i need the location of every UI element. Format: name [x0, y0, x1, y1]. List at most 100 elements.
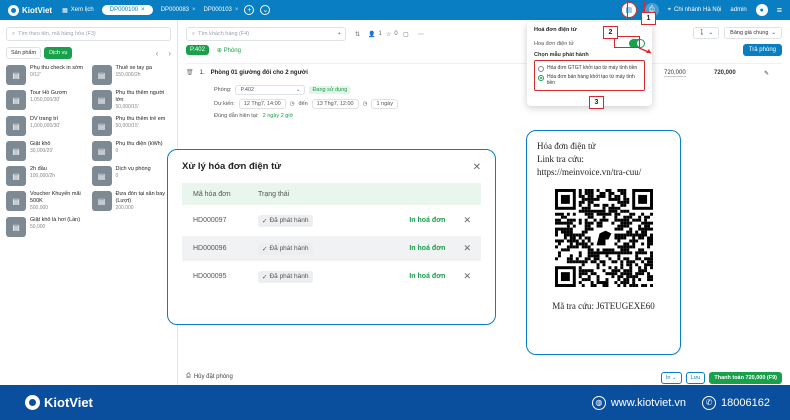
phone-link[interactable]: ✆ 18006162 [702, 395, 770, 410]
brand-logo[interactable]: KiotViet [8, 4, 52, 16]
product-item[interactable]: ▤ 2h đầu 100,000/2h [6, 166, 86, 186]
radio-checked-icon [538, 75, 544, 81]
from-date-input[interactable]: 12 Thg7, 14:00 [238, 99, 286, 109]
chevron-right-icon[interactable]: › [168, 49, 171, 58]
to-date-input[interactable]: 13 Thg7, 12:00 [311, 99, 359, 109]
child-count[interactable]: ☆ 0 [386, 27, 398, 41]
website-link[interactable]: ◍ www.kiotviet.vn [591, 395, 686, 410]
avatar[interactable]: ● [755, 4, 768, 16]
print-invoice-link[interactable]: In hoá đơn [409, 245, 445, 252]
callout-2: 2 [603, 26, 618, 39]
search-icon: ⌕ [192, 30, 196, 37]
product-thumbnail-icon: ▤ [6, 166, 26, 186]
product-item[interactable]: ▤ Voucher Khuyến mãi 500K 500,000 [6, 191, 86, 212]
product-item[interactable]: ▤ Phụ thu check in sớm 0/12' [6, 65, 86, 85]
unit-price-input[interactable]: 720,000 [664, 70, 686, 77]
product-thumbnail-icon: ▤ [6, 65, 26, 85]
note-icon[interactable]: ▢ [403, 27, 409, 41]
close-icon[interactable]: ✕ [463, 215, 471, 226]
staff-selector[interactable]: 🚶 ⌄ [692, 27, 720, 39]
callout-3: 3 [589, 96, 604, 109]
logo-icon [25, 395, 40, 410]
modal-title: Xử lý hóa đơn điện tử [182, 161, 282, 172]
product-item[interactable]: ▤ DV trang trí 1,000,000/30' [6, 116, 86, 136]
user-name[interactable]: admin [730, 7, 746, 13]
arrow-icon [638, 47, 652, 54]
product-item[interactable]: ▤ Giặt khô là hơi (Lần) 50,000 [6, 217, 86, 237]
tab-order-3[interactable]: DP000103 × [204, 7, 239, 13]
print-invoice-link[interactable]: In hoá đơn [409, 273, 445, 280]
print-button[interactable]: In ⌄ [660, 372, 682, 384]
lookup-code: Mã tra cứu: J6TEUGEXE60 [552, 301, 655, 311]
save-button[interactable]: Lưu [685, 372, 706, 384]
einvoice-dropdown: Hoá đơn điện tử Hoa đơn điện tử Chọn mẫu… [527, 22, 652, 106]
room-badge[interactable]: P.402 [186, 45, 209, 55]
order-line: 🗑 1. Phòng 01 giường đôi cho 2 người Phò… [186, 63, 782, 143]
view-room-button[interactable]: ▦ Xem lịch [62, 7, 94, 14]
price-list-select[interactable]: Bảng giá chung ⌄ [724, 27, 782, 39]
product-item[interactable]: ▤ Phụ thu thêm trẻ em 50,000/15' [91, 116, 172, 136]
product-item[interactable]: ▤ Tour Hồ Gươm 1,050,000/30' [6, 90, 86, 111]
tab-order-2[interactable]: DP000083 × [161, 7, 196, 13]
chevron-left-icon[interactable]: ‹ [156, 49, 159, 58]
room-row: P.402 ⊕ Phòng [186, 45, 241, 55]
product-thumbnail-icon: ▤ [6, 141, 26, 161]
footer-contacts: ◍ www.kiotviet.vn ✆ 18006162 [591, 395, 770, 410]
product-item[interactable]: ▤ Đưa đón tại sân bay (Lượt) 200,000 [91, 191, 172, 212]
close-icon[interactable]: × [141, 7, 145, 13]
product-item[interactable]: ▤ Giặt khô 30,000/20' [6, 141, 86, 161]
clock-icon: ◷ [362, 101, 368, 107]
right-controls: 🚶 ⌄ Bảng giá chung ⌄ [692, 27, 782, 39]
customer-search-input[interactable]: ⌕ Tìm khách hàng (F4) + [186, 27, 346, 41]
product-item[interactable]: ▤ Thuê xe tay ga 150,000/2h [91, 65, 172, 85]
add-tab-icon[interactable]: + [244, 5, 255, 15]
add-room-button[interactable]: ⊕ Phòng [217, 47, 241, 54]
print-invoice-link[interactable]: In hoá đơn [409, 217, 445, 224]
product-item[interactable]: ▤ Phụ thu thêm người lớn 50,000/15' [91, 90, 172, 111]
close-icon[interactable]: ✕ [463, 243, 471, 254]
cancel-booking-button[interactable]: ⎙ Hủy đặt phòng [186, 373, 233, 380]
branch-selector[interactable]: ⌖ Chi nhánh Hà Nội [668, 7, 722, 14]
trash-icon[interactable]: 🗑 [186, 69, 194, 76]
einvoice-modal: Xử lý hóa đơn điện tử ✕ Mã hóa đơn Trạng… [167, 149, 496, 325]
child-icon: ☆ [386, 31, 392, 38]
add-customer-icon[interactable]: + [338, 31, 341, 37]
template-option-vat[interactable]: Hóa đơn GTGT khởi tạo từ máy tính tiền [538, 65, 641, 72]
filter-services[interactable]: Dịch vụ [44, 47, 73, 59]
status-badge: Đang sử dụng [309, 86, 351, 94]
more-icon[interactable]: ⋯ [418, 27, 424, 41]
dropdown-title: Hoá đơn điện tử [534, 27, 577, 33]
status-badge: ✓ Đã phát hành [258, 214, 313, 227]
close-icon[interactable]: ✕ [463, 271, 471, 282]
guest-count[interactable]: 👤 1 [368, 27, 382, 41]
footer-banner: KiotViet ◍ www.kiotviet.vn ✆ 18006162 [0, 385, 790, 420]
lookup-url: https://meinvoice.vn/tra-cuu/ [537, 167, 642, 177]
room-select[interactable]: P.402 ⌄ [235, 85, 306, 95]
product-thumbnail-icon: ▤ [6, 116, 26, 136]
template-option-sales[interactable]: Hóa đơn bán hàng khởi tạo từ máy tính ti… [538, 74, 641, 86]
product-thumbnail-icon: ▤ [91, 191, 112, 211]
top-bar: KiotViet ▦ Xem lịch DP000100 × DP000083 … [0, 0, 790, 20]
sort-icon[interactable]: ⇅ [355, 27, 360, 41]
edit-icon[interactable]: ✎ [764, 70, 769, 77]
logo-icon [8, 4, 19, 16]
product-search-input[interactable]: ⌕ Tìm theo tên, mã hàng hóa (F3) [6, 27, 171, 41]
filter-products[interactable]: Sản phẩm [6, 47, 42, 59]
close-icon[interactable]: ✕ [473, 162, 481, 173]
pay-button[interactable]: Thanh toán 720,000 (F9) [709, 372, 782, 384]
table-row: HD000097 ✓ Đã phát hành In hoá đơn ✕ [182, 208, 481, 233]
tab-order-1[interactable]: DP000100 × [101, 5, 153, 15]
check-icon: ✓ [262, 217, 268, 225]
table-row: HD000095 ✓ Đã phát hành In hoá đơn ✕ [182, 264, 481, 289]
more-tabs-icon[interactable]: ⌄ [260, 5, 271, 15]
check-out-button[interactable]: Trả phòng [742, 44, 782, 56]
product-item[interactable]: ▤ Phụ thu điện (kWh) 0 [91, 141, 172, 161]
table-row: HD000096 ✓ Đã phát hành In hoá đơn ✕ [182, 236, 481, 261]
callout-1: 1 [641, 12, 656, 25]
product-thumbnail-icon: ▤ [91, 141, 112, 161]
menu-icon[interactable]: ≡ [777, 5, 782, 15]
product-item[interactable]: ▤ Dịch vụ phòng 0 [91, 166, 172, 186]
person-walk-icon: 🚶 [698, 30, 706, 36]
close-icon[interactable]: × [235, 7, 239, 13]
close-icon[interactable]: × [192, 7, 196, 13]
